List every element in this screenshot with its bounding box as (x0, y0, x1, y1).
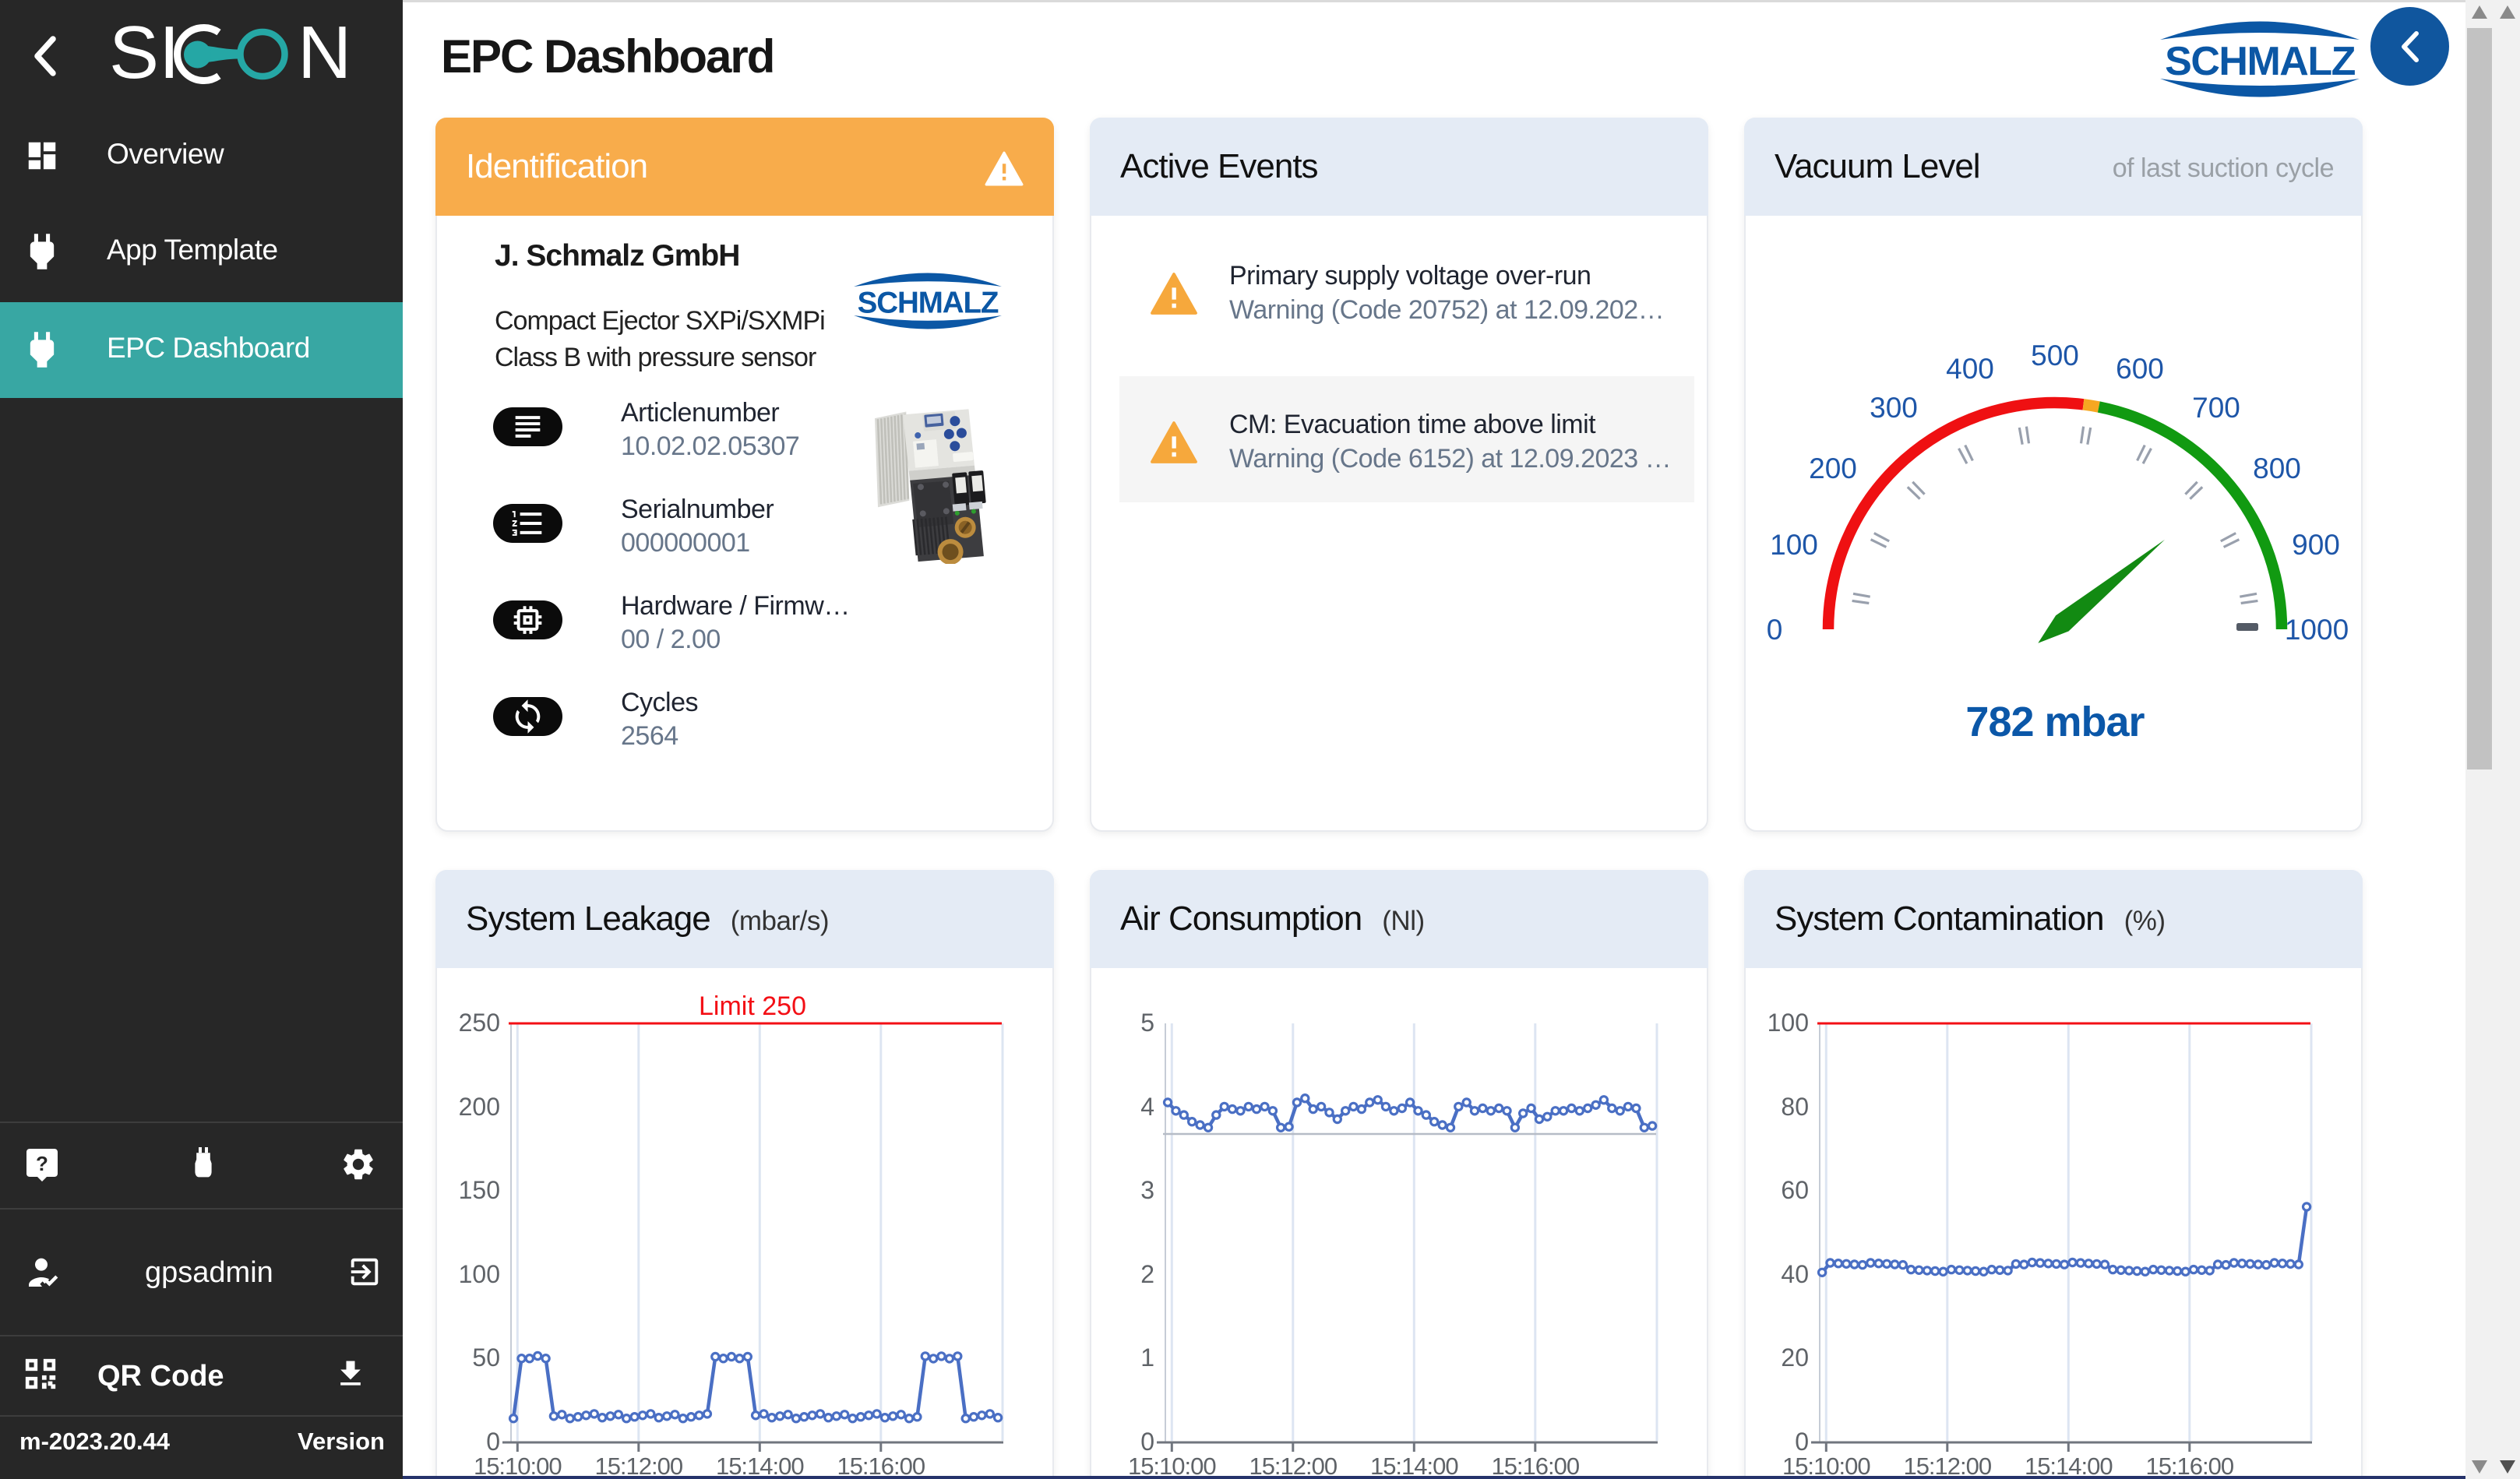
svg-text:?: ? (36, 1152, 48, 1175)
svg-text:SCHMALZ: SCHMALZ (858, 286, 999, 319)
svg-text:N: N (298, 16, 351, 93)
svg-text:SI: SI (109, 16, 180, 93)
svg-text:SCHMALZ: SCHMALZ (2165, 39, 2355, 84)
